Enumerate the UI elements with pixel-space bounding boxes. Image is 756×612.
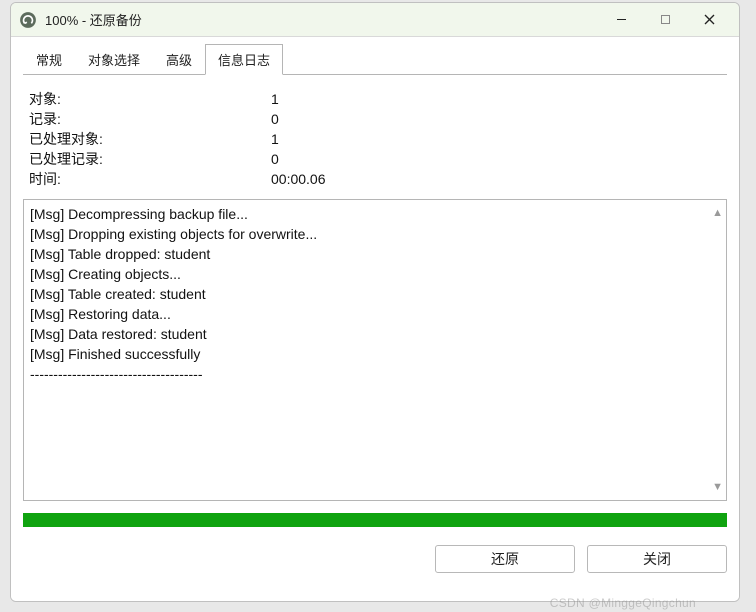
tab-advanced[interactable]: 高级	[153, 44, 205, 75]
stats-panel: 对象: 1 记录: 0 已处理对象: 1 已处理记录: 0 时间: 00:00.…	[29, 89, 727, 189]
log-line: [Msg] Data restored: student	[30, 324, 720, 344]
scroll-up-icon[interactable]: ▲	[712, 203, 723, 223]
button-row: 还原 关闭	[23, 545, 727, 573]
log-line: [Msg] Dropping existing objects for over…	[30, 224, 720, 244]
maximize-icon	[660, 14, 671, 25]
log-line: [Msg] Table created: student	[30, 284, 720, 304]
log-line: [Msg] Decompressing backup file...	[30, 204, 720, 224]
stat-records-label: 记录:	[29, 109, 271, 129]
close-icon	[704, 14, 715, 25]
stat-processed-records-label: 已处理记录:	[29, 149, 271, 169]
scroll-down-icon[interactable]: ▼	[712, 477, 723, 497]
stat-time: 时间: 00:00.06	[29, 169, 727, 189]
titlebar[interactable]: 100% - 还原备份	[11, 3, 739, 37]
tab-strip: 常规 对象选择 高级 信息日志	[23, 47, 727, 75]
stat-processed-records-value: 0	[271, 149, 279, 169]
app-icon	[19, 11, 37, 29]
minimize-icon	[616, 14, 627, 25]
tab-general[interactable]: 常规	[23, 44, 75, 75]
stat-objects: 对象: 1	[29, 89, 727, 109]
progress-bar	[23, 513, 727, 527]
restore-button[interactable]: 还原	[435, 545, 575, 573]
stat-records-value: 0	[271, 109, 279, 129]
stat-objects-label: 对象:	[29, 89, 271, 109]
log-line: [Msg] Creating objects...	[30, 264, 720, 284]
client-area: 常规 对象选择 高级 信息日志 对象: 1 记录: 0 已处理对象: 1 已处理…	[11, 37, 739, 601]
log-line: -------------------------------------	[30, 364, 720, 384]
close-button[interactable]	[687, 6, 731, 34]
stat-time-value: 00:00.06	[271, 169, 326, 189]
stat-objects-value: 1	[271, 89, 279, 109]
log-line: [Msg] Table dropped: student	[30, 244, 720, 264]
tab-object-select[interactable]: 对象选择	[75, 44, 153, 75]
stat-records: 记录: 0	[29, 109, 727, 129]
close-dialog-button[interactable]: 关闭	[587, 545, 727, 573]
stat-processed-objects: 已处理对象: 1	[29, 129, 727, 149]
stat-processed-objects-value: 1	[271, 129, 279, 149]
minimize-button[interactable]	[599, 6, 643, 34]
stat-processed-records: 已处理记录: 0	[29, 149, 727, 169]
log-line: [Msg] Restoring data...	[30, 304, 720, 324]
maximize-button[interactable]	[643, 6, 687, 34]
stat-processed-objects-label: 已处理对象:	[29, 129, 271, 149]
stat-time-label: 时间:	[29, 169, 271, 189]
tab-message-log[interactable]: 信息日志	[205, 44, 283, 75]
window-title: 100% - 还原备份	[45, 10, 142, 29]
log-line: [Msg] Finished successfully	[30, 344, 720, 364]
dialog-window: 100% - 还原备份 常规 对象选择 高级 信息日志 对象: 1 记录: 0	[10, 2, 740, 602]
log-textarea[interactable]: [Msg] Decompressing backup file... [Msg]…	[23, 199, 727, 501]
